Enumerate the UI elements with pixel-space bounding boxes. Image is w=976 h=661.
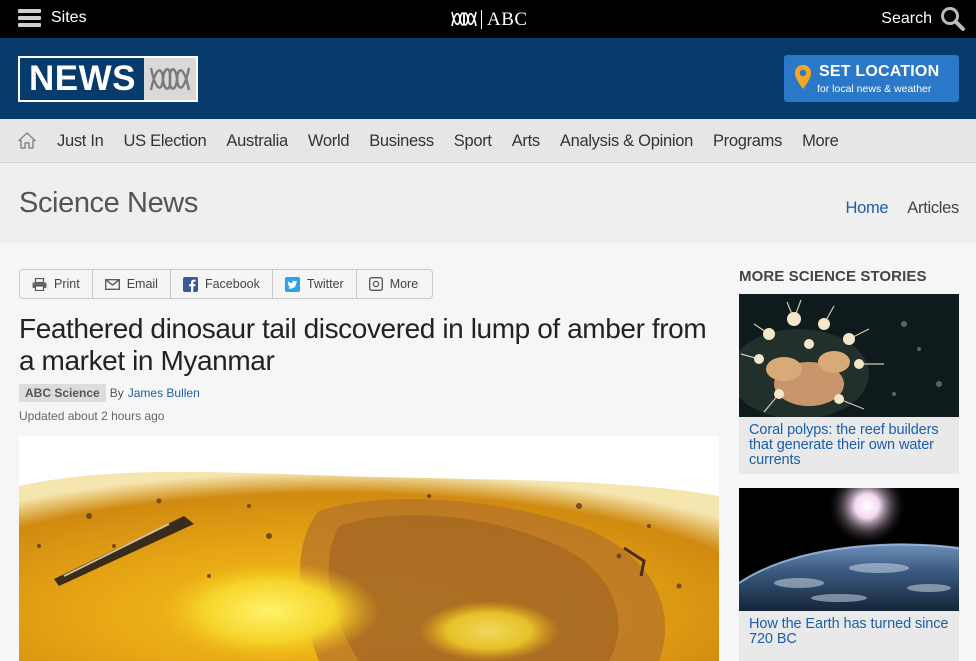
nav-item-business[interactable]: Business [359, 132, 444, 151]
set-location-title: SET LOCATION [819, 63, 940, 80]
nav-items: Just In US Election Australia World Busi… [47, 119, 848, 163]
twitter-label: Twitter [306, 277, 344, 291]
abc-logo[interactable]: ABC [451, 9, 528, 29]
nav-item-sport[interactable]: Sport [444, 132, 502, 151]
hamburger-icon [18, 9, 41, 27]
news-masthead: NEWS SET LOCATION for local news & weath… [0, 38, 976, 119]
abc-top-bar: Sites ABC Search [0, 0, 976, 38]
sites-menu-button[interactable]: Sites [18, 9, 87, 27]
facebook-icon [182, 276, 198, 292]
search-button[interactable]: Search [881, 6, 966, 32]
share-toolbar: Print Email Facebook Twitter More [19, 269, 433, 299]
twitter-icon [284, 276, 300, 292]
abc-news-logo[interactable]: NEWS [18, 56, 198, 102]
article-hero-image [19, 436, 719, 661]
search-label: Search [881, 10, 932, 27]
author-link[interactable]: James Bullen [128, 386, 200, 400]
nav-home-button[interactable] [18, 132, 36, 154]
source-tag[interactable]: ABC Science [19, 384, 106, 402]
nav-item-arts[interactable]: Arts [502, 132, 550, 151]
abc-mark-icon [144, 58, 196, 100]
nav-item-more[interactable]: More [792, 132, 848, 151]
more-label: More [389, 277, 419, 291]
nav-item-analysis-opinion[interactable]: Analysis & Opinion [550, 132, 703, 151]
byline-by: By [109, 386, 124, 400]
email-button[interactable]: Email [93, 270, 171, 298]
article-updated-time: Updated about 2 hours ago [19, 409, 165, 423]
section-title: Science News [19, 187, 198, 219]
coral-polyp-thumbnail[interactable] [739, 294, 959, 417]
nav-item-just-in[interactable]: Just In [47, 132, 114, 151]
story-title-earth[interactable]: How the Earth has turned since 720 BC [739, 611, 959, 655]
printer-icon [32, 277, 47, 291]
section-link-articles[interactable]: Articles [907, 199, 959, 218]
nav-item-world[interactable]: World [298, 132, 359, 151]
more-share-button[interactable]: More [357, 270, 430, 298]
search-icon [941, 7, 965, 31]
home-icon [18, 132, 36, 149]
main-nav: Just In US Election Australia World Busi… [0, 119, 976, 163]
facebook-label: Facebook [204, 277, 260, 291]
print-button[interactable]: Print [20, 270, 93, 298]
email-label: Email [126, 277, 158, 291]
nav-item-programs[interactable]: Programs [703, 132, 792, 151]
share-more-icon [368, 277, 383, 291]
location-pin-icon [795, 65, 811, 89]
article-byline: ABC Science By James Bullen [19, 384, 200, 402]
article-headline: Feathered dinosaur tail discovered in lu… [19, 313, 707, 376]
news-wordmark: NEWS [20, 58, 144, 100]
section-header: Science News Home Articles [0, 163, 976, 243]
sites-label: Sites [51, 9, 87, 26]
section-link-home[interactable]: Home [845, 199, 888, 218]
abc-lissajous-icon [451, 11, 477, 27]
abc-wordmark: ABC [481, 9, 528, 29]
set-location-button[interactable]: SET LOCATION for local news & weather [784, 55, 959, 102]
set-location-subtitle: for local news & weather [817, 83, 932, 95]
story-card-coral[interactable]: Coral polyps: the reef builders that gen… [739, 294, 959, 474]
envelope-icon [104, 278, 120, 290]
more-stories-heading: MORE SCIENCE STORIES [739, 268, 927, 285]
print-label: Print [54, 277, 80, 291]
nav-item-us-election[interactable]: US Election [114, 132, 217, 151]
section-links: Home Articles [826, 199, 959, 218]
facebook-share-button[interactable]: Facebook [171, 270, 273, 298]
story-card-earth[interactable]: How the Earth has turned since 720 BC [739, 488, 959, 661]
nav-item-australia[interactable]: Australia [216, 132, 298, 151]
story-title-coral[interactable]: Coral polyps: the reef builders that gen… [739, 417, 959, 476]
twitter-share-button[interactable]: Twitter [273, 270, 357, 298]
earth-from-space-thumbnail[interactable] [739, 488, 959, 611]
